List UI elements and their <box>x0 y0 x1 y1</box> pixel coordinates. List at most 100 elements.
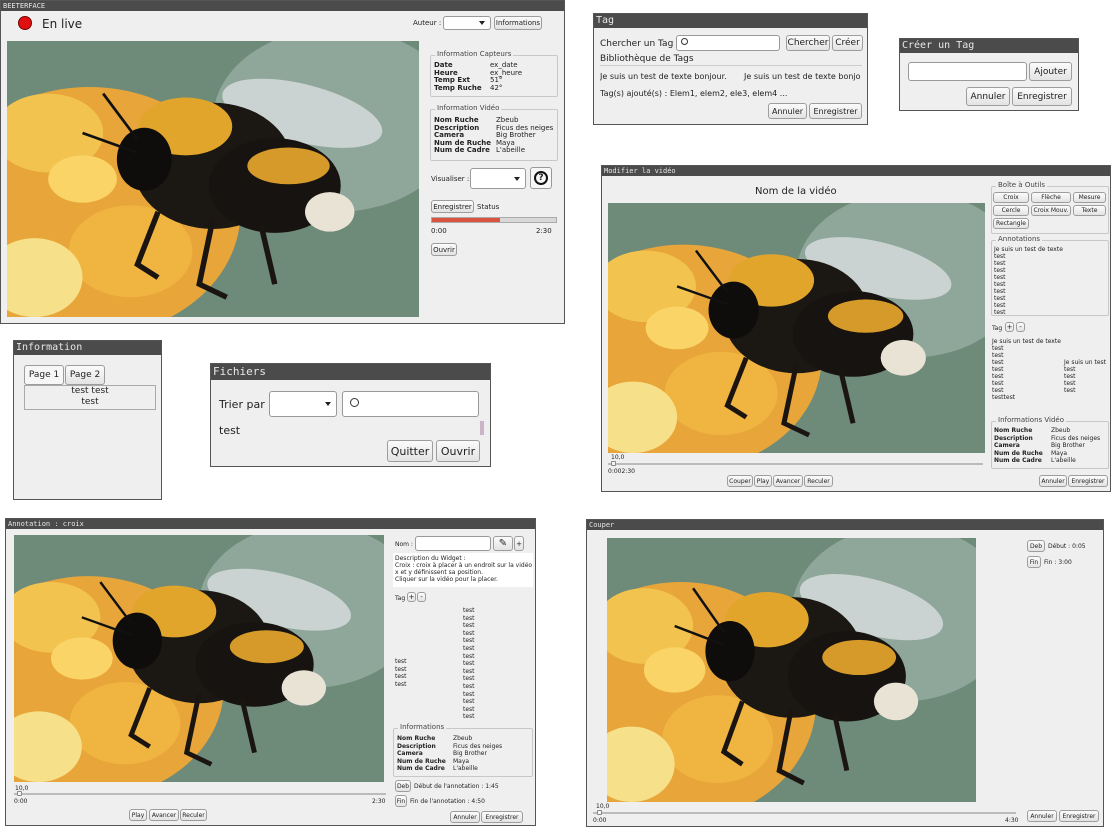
tab-page-2[interactable]: Page 2 <box>65 365 105 385</box>
couper-cancel-button[interactable]: Annuler <box>1027 810 1057 822</box>
tag-item[interactable]: test <box>1064 366 1106 373</box>
annotation-tag-remove-button[interactable]: - <box>417 592 426 602</box>
couper-fin-button[interactable]: Fin <box>1027 556 1041 568</box>
annotation-video[interactable] <box>14 535 384 782</box>
forward-button[interactable]: Avancer <box>773 475 803 487</box>
annotation-item[interactable]: test <box>994 253 1063 260</box>
couper-deb-button[interactable]: Deb <box>1027 540 1045 552</box>
annotation-slider-handle[interactable] <box>17 791 22 796</box>
tag-cancel-button[interactable]: Annuler <box>768 103 807 119</box>
tag-item[interactable]: test <box>463 698 475 706</box>
tool-texte-button[interactable]: Texte <box>1073 205 1106 216</box>
back-button[interactable]: Reculer <box>804 475 833 487</box>
annotation-item[interactable]: test <box>994 267 1063 274</box>
tag-item[interactable]: test <box>992 373 1061 380</box>
informations-button[interactable]: Informations <box>494 16 542 30</box>
tag-item[interactable]: test <box>395 658 407 666</box>
annotation-back-button[interactable]: Reculer <box>180 809 207 821</box>
live-video[interactable] <box>7 41 419 317</box>
tool-cercle-button[interactable]: Cercle <box>993 205 1029 216</box>
modifier-video[interactable] <box>608 203 985 453</box>
create-tag-cancel-button[interactable]: Annuler <box>966 87 1010 106</box>
annotation-slider-track[interactable] <box>14 793 386 795</box>
tag-item[interactable]: test <box>463 683 475 691</box>
tag-item[interactable]: test <box>1064 380 1106 387</box>
tag-item[interactable]: test <box>992 359 1061 366</box>
annotation-item[interactable]: test <box>994 281 1063 288</box>
annotation-pen-button[interactable]: ✎ <box>493 536 513 551</box>
annotation-cancel-button[interactable]: Annuler <box>450 811 480 823</box>
tag-item[interactable]: test <box>463 615 475 623</box>
modifier-tag-remove-button[interactable]: - <box>1016 322 1025 332</box>
annotation-item[interactable]: test <box>994 309 1063 316</box>
tag-item[interactable]: test <box>463 675 475 683</box>
tag-item[interactable]: test <box>463 645 475 653</box>
play-button[interactable]: Play <box>754 475 772 487</box>
modifier-slider-track[interactable] <box>608 463 983 465</box>
couper-slider-handle[interactable] <box>597 810 602 815</box>
tag-item[interactable]: test <box>992 387 1061 394</box>
tag-item[interactable]: test <box>463 668 475 676</box>
tag-create-button[interactable]: Créer <box>832 35 863 51</box>
tag-item[interactable]: test <box>1064 387 1106 394</box>
tag-library-item[interactable]: Je suis un test de texte bonjour. <box>600 72 727 81</box>
tag-item[interactable]: test <box>463 637 475 645</box>
tool-rectangle-button[interactable]: Rectangle <box>993 218 1029 229</box>
annotation-forward-button[interactable]: Avancer <box>149 809 179 821</box>
tool-fleche-button[interactable]: Flèche <box>1031 192 1071 203</box>
open-button[interactable]: Ouvrir <box>431 243 457 256</box>
annotation-item[interactable]: test <box>994 302 1063 309</box>
tag-item[interactable]: Je suis un test <box>1064 359 1106 366</box>
create-tag-add-button[interactable]: Ajouter <box>1029 62 1072 81</box>
tag-item[interactable]: test <box>992 380 1061 387</box>
tag-item[interactable]: test <box>463 630 475 638</box>
modifier-cancel-button[interactable]: Annuler <box>1039 475 1067 487</box>
tag-item[interactable]: test <box>395 681 407 689</box>
annotation-item[interactable]: Je suis un test de texte <box>994 246 1063 253</box>
tag-item[interactable]: test <box>463 607 475 615</box>
tool-croix-button[interactable]: Croix <box>993 192 1029 203</box>
fichiers-open-button[interactable]: Ouvrir <box>436 440 480 462</box>
annotation-deb-button[interactable]: Deb <box>395 780 411 792</box>
modifier-save-button[interactable]: Enregistrer <box>1068 475 1108 487</box>
tool-mesure-button[interactable]: Mesure <box>1073 192 1106 203</box>
annotation-item[interactable]: test <box>994 260 1063 267</box>
tag-item[interactable]: test <box>463 653 475 661</box>
tag-item[interactable]: test <box>1064 373 1106 380</box>
tag-save-button[interactable]: Enregistrer <box>809 103 862 119</box>
sort-select[interactable] <box>269 391 337 417</box>
tool-croix-mouv-button[interactable]: Croix Mouv. <box>1031 205 1071 216</box>
tag-item[interactable]: test <box>992 345 1061 352</box>
tag-item[interactable]: test <box>463 691 475 699</box>
annotation-tag-add-button[interactable]: + <box>407 592 416 602</box>
modifier-tag-add-button[interactable]: + <box>1005 322 1014 332</box>
annotation-play-button[interactable]: Play <box>129 809 147 821</box>
tag-search-input[interactable] <box>676 35 780 51</box>
tag-item[interactable]: test <box>463 660 475 668</box>
tag-search-button[interactable]: Chercher <box>786 35 830 51</box>
annotation-name-input[interactable] <box>415 536 491 551</box>
create-tag-save-button[interactable]: Enregistrer <box>1012 87 1072 106</box>
annotation-save-button[interactable]: Enregistrer <box>481 811 523 823</box>
couper-slider-track[interactable] <box>593 812 1016 814</box>
file-search-input[interactable] <box>342 391 479 417</box>
visualiser-select[interactable] <box>470 168 526 189</box>
file-list-item[interactable]: test <box>219 424 240 437</box>
modifier-slider-handle[interactable] <box>611 461 616 466</box>
annotation-fin-button[interactable]: Fin <box>395 795 407 807</box>
tag-item[interactable]: Je suis un test de texte <box>992 338 1061 345</box>
tag-item[interactable]: test <box>992 352 1061 359</box>
create-tag-input[interactable] <box>908 62 1027 81</box>
file-list-scrollbar[interactable] <box>480 421 484 435</box>
tab-page-1[interactable]: Page 1 <box>24 365 64 385</box>
annotation-add-button[interactable]: + <box>514 536 524 551</box>
tag-library-item[interactable]: Je suis un test de texte bonjo <box>744 72 861 81</box>
tag-item[interactable]: test <box>992 366 1061 373</box>
annotation-item[interactable]: test <box>994 274 1063 281</box>
couper-video[interactable] <box>607 538 976 802</box>
tag-item[interactable]: testtest <box>992 394 1061 401</box>
tag-item[interactable]: test <box>463 706 475 714</box>
cut-button[interactable]: Couper <box>727 475 753 487</box>
couper-save-button[interactable]: Enregistrer <box>1059 810 1099 822</box>
annotation-item[interactable]: test <box>994 288 1063 295</box>
